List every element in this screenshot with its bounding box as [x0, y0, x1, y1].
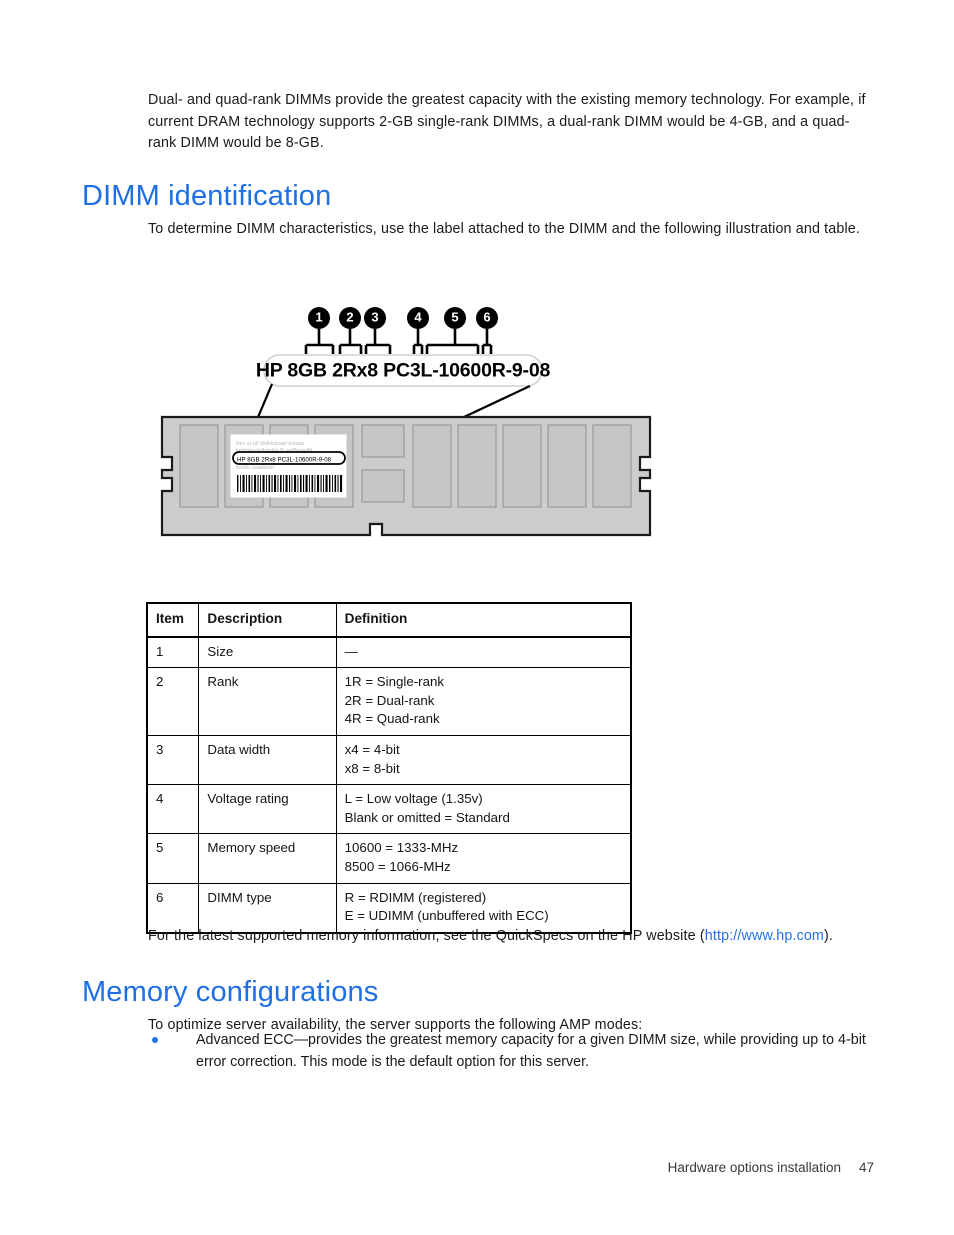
dimm-module: Rev xx jdl dsdklsbsad snaaas bdddslesijs… — [160, 415, 652, 537]
quickspecs-note: For the latest supported memory informat… — [148, 926, 874, 948]
callout-number-2: 2 — [346, 309, 353, 324]
dimm-identification-table: Item Description Definition 1 Size — 2 R… — [146, 602, 632, 934]
table-row: 2 Rank 1R = Single-rank 2R = Dual-rank 4… — [146, 667, 632, 736]
footer-chapter: Hardware options installation — [667, 1160, 841, 1175]
hp-website-link[interactable]: http://www.hp.com — [705, 928, 824, 944]
definition-line: — — [344, 643, 358, 659]
cell-description: Voltage rating — [198, 784, 337, 835]
callout-markers: 1 2 3 4 5 6 — [308, 307, 498, 329]
callout-brackets — [304, 329, 493, 354]
table-row: 4 Voltage rating L = Low voltage (1.35v)… — [146, 784, 632, 835]
cell-item: 5 — [146, 833, 200, 884]
intro-paragraph: Dual- and quad-rank DIMMs provide the gr… — [148, 92, 866, 152]
definition-line: x4 = 4-bit — [344, 741, 400, 757]
cell-description: Data width — [198, 734, 337, 786]
dimm-identification-table-wrapper: Item Description Definition 1 Size — 2 R… — [146, 602, 632, 934]
quickspecs-note-prefix: For the latest supported memory informat… — [148, 928, 705, 945]
document-page: Dual- and quad-rank DIMMs provide the gr… — [0, 0, 954, 1235]
cell-description: Memory speed — [198, 833, 337, 884]
definition-line: 8500 = 1066-MHz — [344, 858, 451, 874]
callout-number-6: 6 — [483, 309, 490, 324]
definition-line: x8 = 8-bit — [344, 760, 400, 776]
table-row: 6 DIMM type R = RDIMM (registered) E = U… — [146, 882, 632, 934]
table-row: 1 Size — — [146, 636, 632, 669]
quickspecs-note-suffix: ). — [824, 928, 834, 945]
definition-line: 1R = Single-rank — [344, 674, 445, 690]
table-body: 1 Size — 2 Rank 1R = Single-rank 2R = Du… — [146, 636, 632, 934]
cell-item: 1 — [146, 636, 200, 669]
definition-line: E = UDIMM (unbuffered with ECC) — [344, 908, 549, 924]
cell-definition: 1R = Single-rank 2R = Dual-rank 4R = Qua… — [335, 667, 632, 736]
sticker-faint-line-1: Rev xx jdl dsdklsbsad snaaas — [236, 441, 304, 447]
cell-description: Size — [198, 636, 337, 669]
list-item-label: Advanced ECC—provides the greatest memor… — [196, 1032, 866, 1070]
cell-item: 2 — [146, 667, 200, 736]
cell-definition: 10600 = 1333-MHz 8500 = 1066-MHz — [335, 833, 632, 884]
table-row: 5 Memory speed 10600 = 1333-MHz 8500 = 1… — [146, 833, 632, 884]
column-header-description: Description — [198, 602, 337, 638]
heading-memory-configurations: Memory configurations — [82, 976, 379, 1009]
cell-definition: x4 = 4-bit x8 = 8-bit — [335, 734, 632, 786]
bullet-dot-icon — [152, 1037, 158, 1043]
callout-number-4: 4 — [414, 309, 422, 324]
definition-line: R = RDIMM (registered) — [344, 889, 487, 905]
list-item: Advanced ECC—provides the greatest memor… — [148, 1030, 874, 1073]
definition-line: 10600 = 1333-MHz — [344, 840, 459, 856]
definition-line: Blank or omitted = Standard — [344, 809, 510, 825]
definition-line: 2R = Dual-rank — [344, 692, 435, 708]
heading-dimm-identification: DIMM identification — [82, 180, 332, 213]
definition-line: L = Low voltage (1.35v) — [344, 791, 483, 807]
footer-page-number: 47 — [858, 1160, 874, 1175]
cell-item: 3 — [146, 734, 200, 786]
dimm-identification-paragraph: To determine DIMM characteristics, use t… — [148, 221, 861, 238]
callout-number-3: 3 — [371, 309, 378, 324]
sticker-faint-line-3: bsebb csaabban — [236, 465, 274, 471]
callout-number-1: 1 — [315, 309, 322, 324]
magnified-label-text: HP 8GB 2Rx8 PC3L-10600R-9-08 — [256, 360, 551, 382]
column-header-definition: Definition — [335, 602, 632, 638]
dimm-sticker: Rev xx jdl dsdklsbsad snaaas bdddslesijs… — [230, 434, 347, 498]
cell-description: Rank — [198, 667, 337, 736]
callout-number-5: 5 — [451, 309, 458, 324]
page-footer: Hardware options installation 47 — [0, 1160, 874, 1175]
cell-item: 4 — [146, 784, 200, 835]
magnified-dimm-label: HP 8GB 2Rx8 PC3L-10600R-9-08 — [256, 354, 551, 387]
cell-item: 6 — [146, 882, 200, 934]
dimm-illustration-figure: 1 2 3 4 5 6 HP 8GB 2Rx8 PC3L-10600R-9-08… — [0, 292, 954, 562]
column-header-item: Item — [146, 602, 200, 638]
cell-definition: R = RDIMM (registered) E = UDIMM (unbuff… — [335, 882, 632, 934]
definition-line: 4R = Quad-rank — [344, 711, 440, 727]
table-header-row: Item Description Definition — [146, 602, 632, 638]
sticker-part-number: HP 8GB 2Rx8 PC3L-10600R-9-08 — [237, 456, 332, 463]
cell-description: DIMM type — [198, 882, 337, 934]
cell-definition: — — [335, 636, 632, 669]
cell-definition: L = Low voltage (1.35v) Blank or omitted… — [335, 784, 632, 835]
table-row: 3 Data width x4 = 4-bit x8 = 8-bit — [146, 734, 632, 786]
